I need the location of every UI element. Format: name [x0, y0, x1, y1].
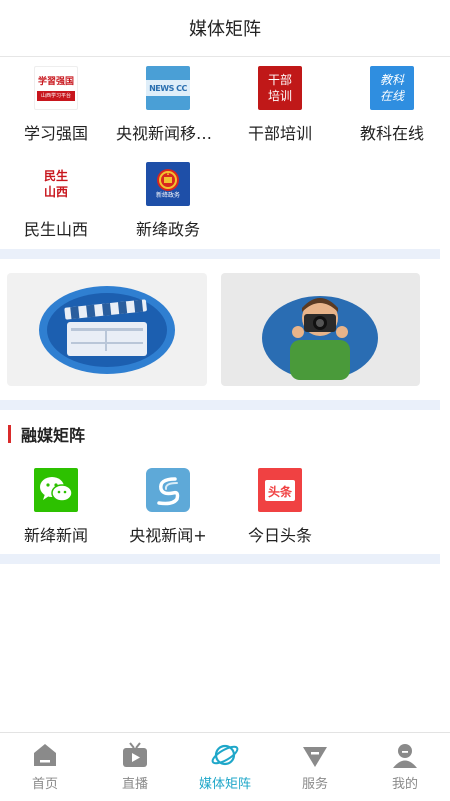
- xuexi-logo-subtitle: 山西学习平台: [40, 92, 71, 99]
- top-bar: 媒体矩阵: [0, 0, 450, 57]
- jiaoke-zaixian-logo: 教科在线: [370, 66, 414, 110]
- matrix-label: 学习强国: [23, 124, 88, 143]
- tab-service[interactable]: 服务: [270, 733, 360, 801]
- ganbu-logo-text: 干部培训: [267, 73, 292, 103]
- live-tv-icon: [123, 742, 147, 767]
- jiaoke-logo-text: 教科在线: [379, 73, 404, 103]
- emblem-icon: [157, 169, 179, 191]
- minsheng-shanxi-logo: 民生山西: [34, 162, 78, 206]
- tab-live[interactable]: 直播: [90, 733, 180, 801]
- rongmei-item-xinjiang-news[interactable]: 新绛新闻: [0, 462, 112, 558]
- media-matrix-grid: 学習强国 山西学习平台 学习强国 NEWS CC 央视新闻移动网 干部培训 干部…: [0, 60, 450, 252]
- matrix-item-jiaoke[interactable]: 教科在线 教科在线: [336, 60, 448, 156]
- tab-label: 首页: [31, 777, 58, 792]
- planet-icon: [211, 744, 239, 766]
- section-divider: [0, 249, 440, 259]
- photographer-illustration: [262, 295, 379, 380]
- matrix-item-minsheng[interactable]: 民生山西 民生山西: [0, 156, 112, 252]
- ganbu-peixun-logo: 干部培训: [258, 66, 302, 110]
- rongmei-item-cctv-plus[interactable]: 央视新闻+: [112, 462, 224, 558]
- wechat-logo: [34, 468, 78, 512]
- section-header-rongmei: 融媒矩阵: [8, 422, 85, 446]
- wechat-icon: [40, 477, 73, 502]
- bottom-tab-bar: 首页 直播 媒体矩阵 服务 我的: [0, 732, 450, 801]
- matrix-label: 新绛政务: [135, 220, 200, 239]
- swirl-icon: [157, 477, 180, 506]
- banner-row: [7, 273, 420, 386]
- matrix-item-zhengwu[interactable]: 新绛政务 新绛政务: [112, 156, 224, 252]
- rongmei-item-toutiao[interactable]: 头条 今日头条: [224, 462, 336, 558]
- section-divider: [0, 400, 440, 410]
- rongmei-grid: 新绛新闻 央视新闻+ 头条 今日头条: [0, 462, 450, 558]
- matrix-label: 干部培训: [247, 124, 312, 143]
- page-title: 媒体矩阵: [189, 19, 261, 40]
- section-accent-bar: [8, 425, 11, 443]
- tab-media-matrix[interactable]: 媒体矩阵: [180, 733, 270, 801]
- user-icon: [393, 744, 417, 768]
- matrix-item-cctv-news[interactable]: NEWS CC 央视新闻移动网: [112, 60, 224, 156]
- tab-label: 媒体矩阵: [198, 777, 251, 792]
- matrix-label: 教科在线: [359, 124, 424, 143]
- tab-label: 直播: [121, 777, 148, 792]
- xuexi-qiangguo-logo: 学習强国 山西学习平台: [34, 66, 78, 110]
- video-clapper-banner[interactable]: [7, 273, 207, 386]
- matrix-item-xuexi[interactable]: 学習强国 山西学习平台 学习强国: [0, 60, 112, 156]
- section-divider: [0, 554, 440, 564]
- tab-mine[interactable]: 我的: [360, 733, 450, 801]
- minsheng-logo-text: 民生山西: [43, 169, 68, 199]
- cctv-news-logo: NEWS CC: [146, 66, 190, 110]
- clapperboard-icon: [38, 285, 175, 374]
- rongmei-label: 央视新闻+: [129, 526, 207, 545]
- tab-label: 我的: [391, 777, 418, 792]
- home-icon: [34, 744, 56, 766]
- toutiao-logo-text: 头条: [267, 484, 292, 499]
- matrix-label: 民生山西: [23, 220, 88, 239]
- tab-label: 服务: [301, 777, 328, 792]
- matrix-item-ganbu-peixun[interactable]: 干部培训 干部培训: [224, 60, 336, 156]
- diamond-icon: [303, 747, 327, 767]
- national-emblem-logo: 新绛政务: [146, 162, 190, 206]
- rongmei-label: 新绛新闻: [23, 526, 88, 545]
- zhengwu-logo-text: 新绛政务: [155, 192, 180, 199]
- section-title: 融媒矩阵: [21, 426, 86, 445]
- tab-home[interactable]: 首页: [0, 733, 90, 801]
- cctv-logo-text: NEWS CC: [149, 83, 187, 93]
- matrix-label: 央视新闻移动网: [116, 124, 220, 143]
- photographer-banner[interactable]: [220, 273, 420, 386]
- rongmei-label: 今日头条: [247, 526, 312, 545]
- toutiao-logo: 头条: [258, 468, 302, 512]
- cctv-plus-logo: [146, 468, 190, 512]
- xuexi-logo-title: 学習强国: [37, 76, 74, 87]
